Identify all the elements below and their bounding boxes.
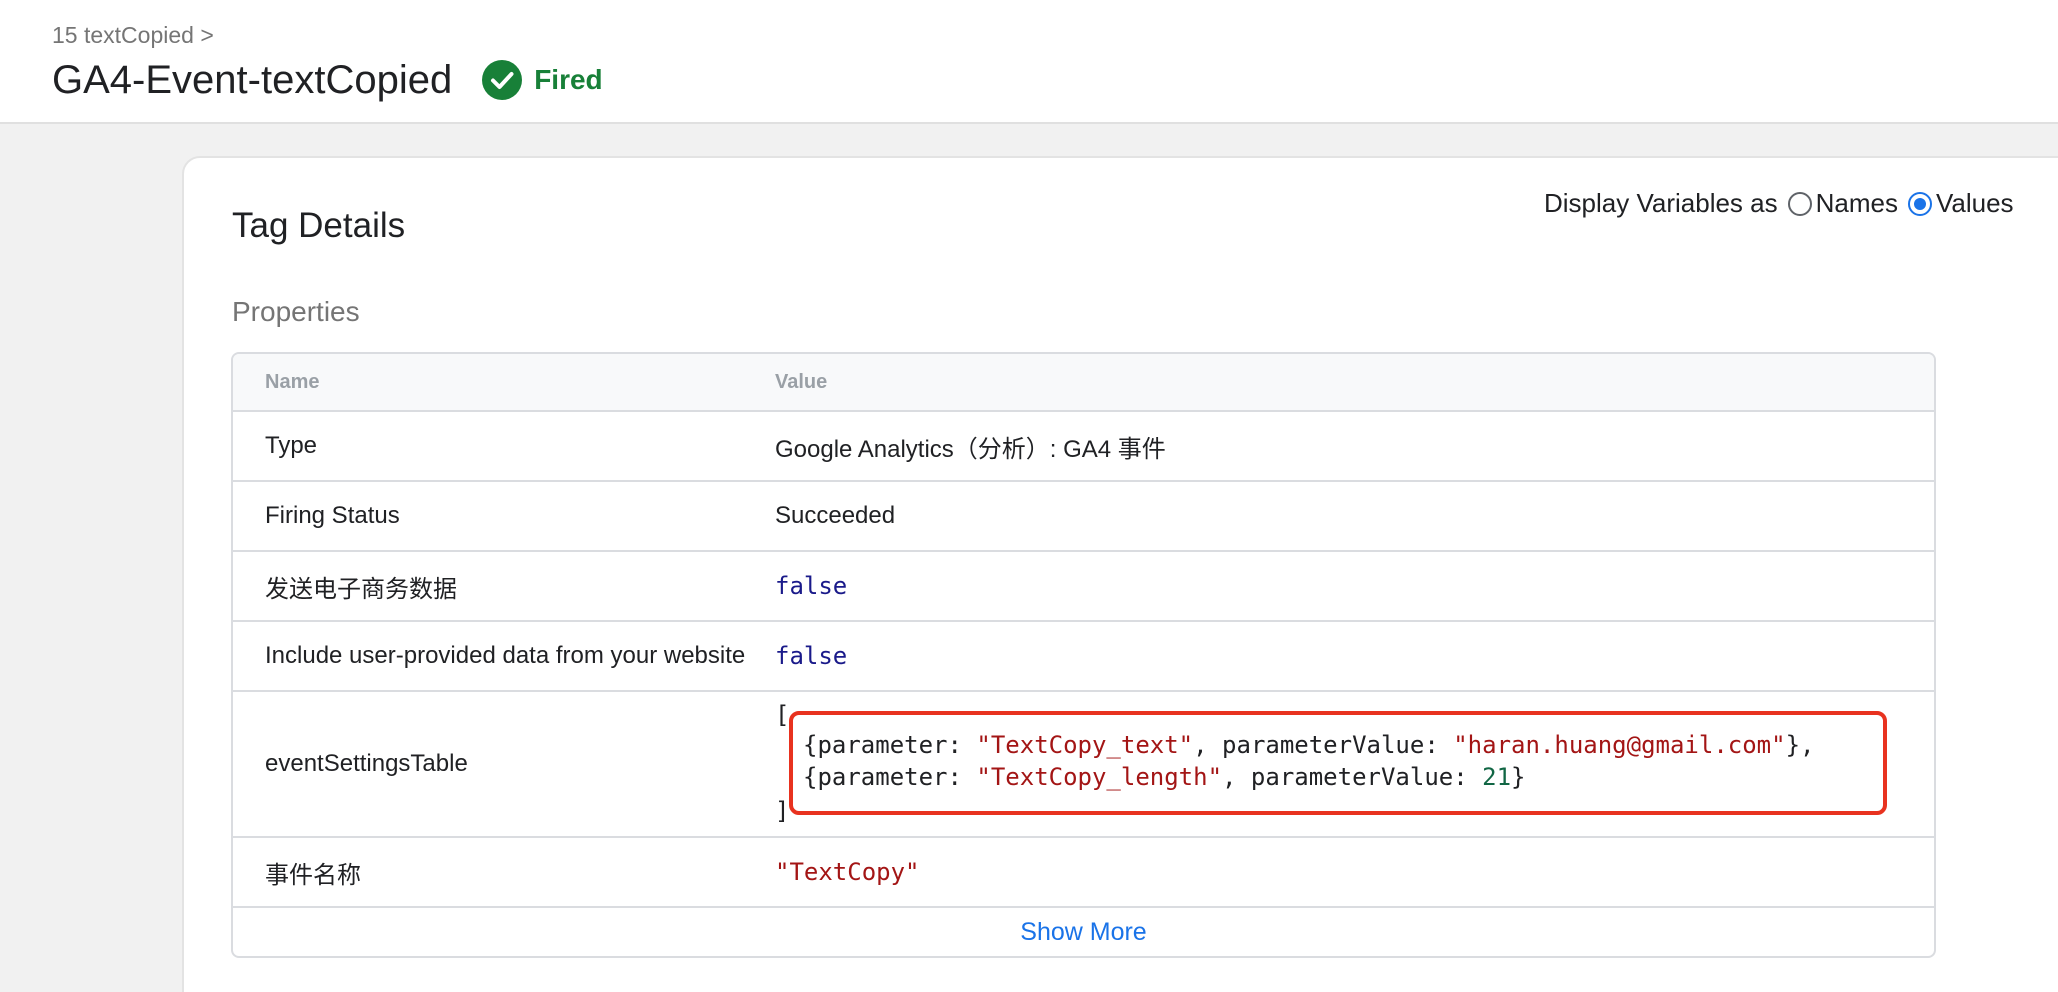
- show-more-button[interactable]: Show More: [1020, 918, 1146, 947]
- row-name: Firing Status: [265, 502, 400, 529]
- status-badge: Fired: [482, 60, 603, 100]
- row-name: 发送电子商务数据: [265, 575, 457, 603]
- table-row: 事件名称 "TextCopy": [233, 838, 1934, 908]
- breadcrumb[interactable]: 15 textCopied >: [52, 22, 214, 49]
- row-name: Type: [265, 432, 318, 459]
- row-name: Include user-provided data from your web…: [265, 642, 746, 669]
- show-more-row: Show More: [233, 908, 1934, 956]
- row-name: eventSettingsTable: [265, 750, 468, 777]
- table-row: Include user-provided data from your web…: [233, 622, 1934, 692]
- radio-values-label[interactable]: Values: [1936, 188, 2014, 219]
- table-header-row: Name Value: [233, 354, 1934, 412]
- display-variables-label: Display Variables as: [1544, 188, 1778, 218]
- row-value: Succeeded: [775, 502, 896, 529]
- radio-names-label[interactable]: Names: [1816, 188, 1898, 219]
- highlight-annotation-box: [789, 711, 1887, 815]
- title-row: GA4-Event-textCopied Fired: [52, 54, 603, 106]
- bracket-open: [: [775, 701, 790, 729]
- row-value: false: [775, 642, 848, 670]
- radio-names[interactable]: [1787, 191, 1812, 216]
- bracket-close: ]: [775, 797, 790, 825]
- table-row: Firing Status Succeeded: [233, 482, 1934, 552]
- page-header: 15 textCopied > GA4-Event-textCopied Fir…: [0, 0, 2058, 124]
- page-title: GA4-Event-textCopied: [52, 57, 453, 102]
- column-header-value: Value: [775, 370, 828, 393]
- row-value: false: [775, 572, 848, 600]
- card-title: Tag Details: [232, 206, 406, 245]
- tag-details-card: Tag Details Display Variables as Names V…: [182, 156, 2058, 992]
- check-circle-icon: [482, 60, 523, 100]
- row-name: 事件名称: [265, 861, 361, 889]
- row-value: "TextCopy": [775, 858, 920, 886]
- column-header-name: Name: [265, 370, 320, 393]
- event-settings-value: [ {parameter: "TextCopy_text", parameter…: [775, 691, 1934, 837]
- properties-table: Name Value Type Google Analytics（分析）: GA…: [231, 352, 1936, 958]
- table-row: Type Google Analytics（分析）: GA4 事件: [233, 412, 1934, 482]
- properties-heading: Properties: [232, 296, 360, 327]
- status-label: Fired: [534, 64, 603, 95]
- table-row: 发送电子商务数据 false: [233, 552, 1934, 622]
- display-variables-toggle: Display Variables as Names Values: [1544, 188, 2014, 219]
- radio-values[interactable]: [1907, 191, 1932, 216]
- row-value: Google Analytics（分析）: GA4 事件: [775, 435, 1166, 463]
- table-row: eventSettingsTable [ {parameter: "TextCo…: [233, 692, 1934, 838]
